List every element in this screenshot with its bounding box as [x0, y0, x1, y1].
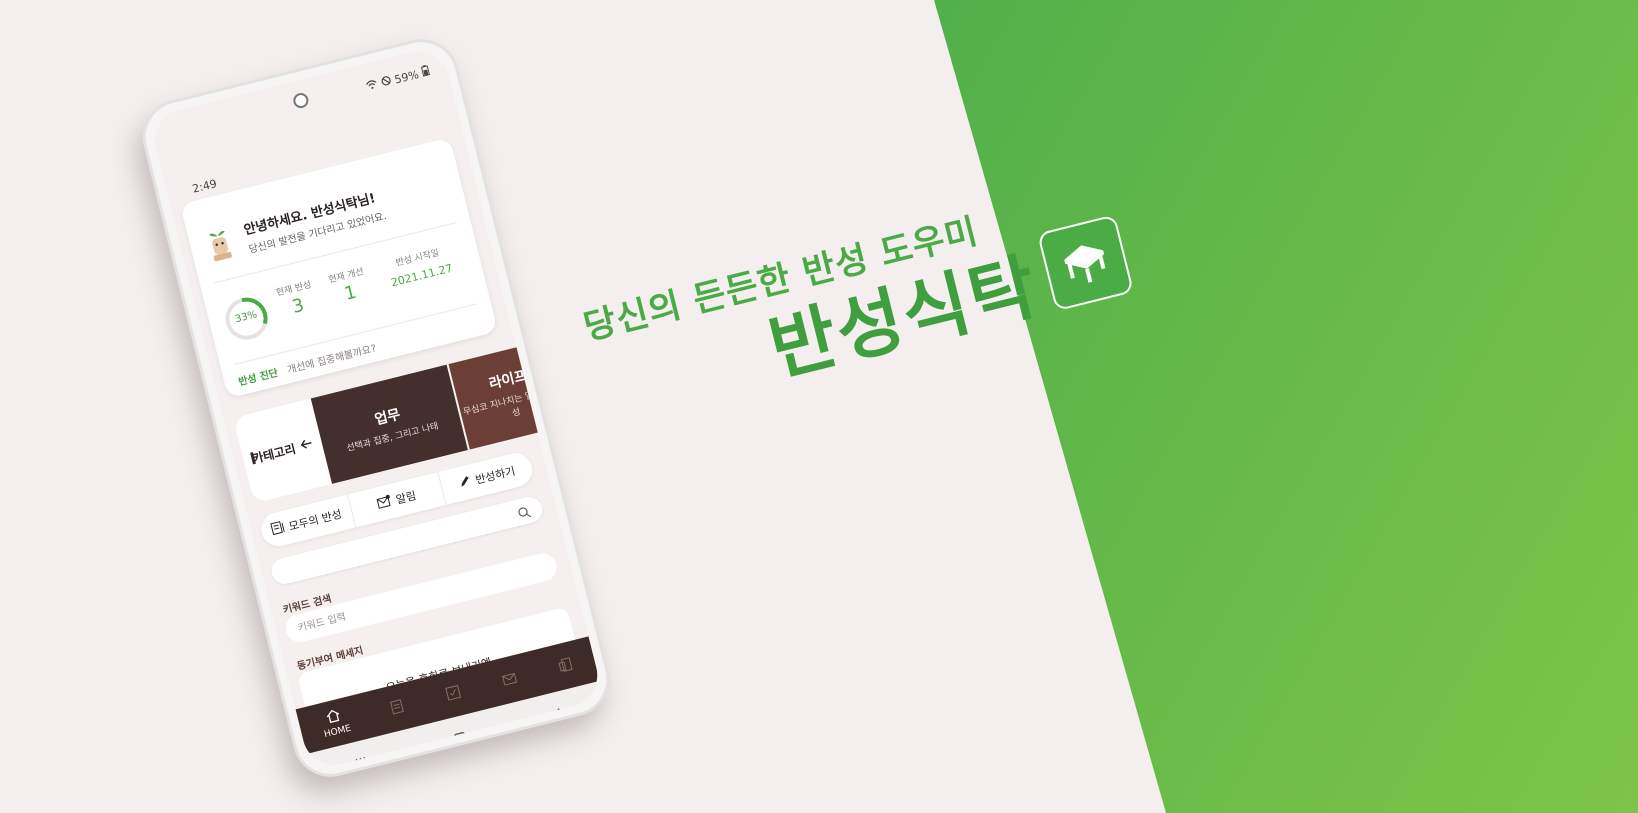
- diagnosis-text: 개선에 집중해볼까요?: [286, 343, 378, 377]
- status-time: 2:49: [191, 177, 219, 196]
- mail-icon: [501, 671, 519, 689]
- diagnosis-link[interactable]: 반성 진단: [237, 364, 280, 388]
- nav-checklist[interactable]: [445, 684, 463, 704]
- category-tile-life[interactable]: 라이프 무심코 지나치는 일상 속 반성: [448, 338, 575, 450]
- stat-current-reflection: 현재 반성 3: [274, 277, 318, 321]
- book-icon: [270, 520, 286, 539]
- stat-start-date: 반성 시작일 2021.11.27: [385, 243, 454, 289]
- status-indicators: 59%: [364, 64, 431, 93]
- stat-current-improvement: 현재 개선 1: [327, 264, 371, 308]
- profile-card: 안녕하세요. 반성식탁님! 당신의 발전을 기다리고 있었어요. 33% 현재 …: [179, 137, 499, 399]
- home-icon: [325, 708, 342, 727]
- devices-icon: [557, 656, 575, 676]
- all-reflections-button[interactable]: 모두의 반성: [258, 495, 355, 550]
- phone-mockup: 59% 2:49 안녕하세요. 반성식탁님! 당신의 발전을 기다리고 있었어요…: [134, 31, 618, 785]
- mail-icon: [376, 494, 393, 512]
- nav-reflections[interactable]: [389, 698, 407, 718]
- category-label-text: 카테고리: [250, 441, 298, 466]
- nav-devices[interactable]: [557, 656, 575, 676]
- notifications-button[interactable]: 알림: [347, 472, 446, 528]
- phone-screen: 59% 2:49 안녕하세요. 반성식탁님! 당신의 발전을 기다리고 있었어요…: [147, 44, 605, 772]
- nav-home[interactable]: HOME: [319, 706, 352, 740]
- notifications-label: 알림: [394, 489, 418, 507]
- wifi-icon: [364, 78, 379, 94]
- book-icon: [389, 698, 407, 718]
- search-icon[interactable]: [516, 503, 533, 525]
- category-tile-work[interactable]: 업무 선택과 집중, 그리고 나태: [310, 364, 468, 484]
- write-reflection-button[interactable]: 반성하기: [437, 449, 536, 506]
- nav-notifications[interactable]: [501, 671, 519, 689]
- battery-icon: [420, 64, 431, 79]
- promo-stage: 당신의 든든한 반성 도우미 반성식탁 59% 2:49 안녕하세요. 반성식탁…: [0, 0, 1638, 813]
- arrow-left-icon: [299, 437, 314, 453]
- greeting-row: 안녕하세요. 반성식탁님! 당신의 발전을 기다리고 있었어요.: [201, 186, 388, 266]
- pencil-icon: [457, 474, 472, 491]
- back-icon[interactable]: [550, 704, 564, 725]
- stats-row: 33% 현재 반성 3 현재 개선 1 반성 시작일 2021.11.27: [218, 238, 475, 357]
- dnd-icon: [380, 74, 393, 89]
- checklist-icon: [445, 684, 463, 704]
- home-square-icon[interactable]: [452, 728, 468, 749]
- recents-icon[interactable]: [353, 752, 371, 771]
- battery-percent: 59%: [393, 67, 420, 87]
- sprout-character-icon: [201, 224, 238, 264]
- nav-home-label: HOME: [323, 723, 353, 741]
- all-reflections-label: 모두의 반성: [287, 507, 344, 534]
- write-reflection-label: 반성하기: [474, 464, 517, 487]
